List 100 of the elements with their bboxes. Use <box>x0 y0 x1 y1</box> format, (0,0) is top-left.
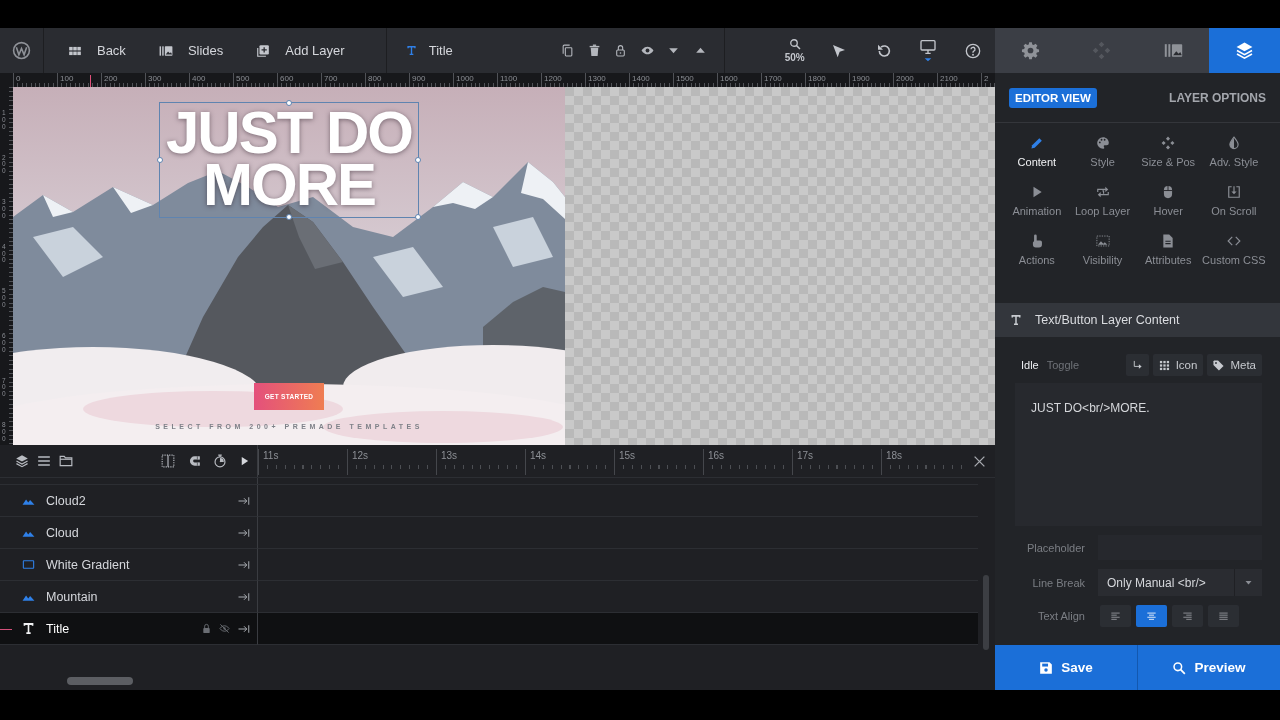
layer-row[interactable]: Title <box>0 613 978 645</box>
option-tab[interactable]: Custom CSS <box>1201 234 1267 283</box>
layers-icon[interactable] <box>15 454 29 468</box>
arrow-to-line-icon[interactable] <box>237 558 251 571</box>
option-tab[interactable]: Loop Layer <box>1069 185 1136 234</box>
align-justify-icon <box>1218 611 1229 621</box>
lock-icon[interactable] <box>614 44 628 57</box>
arrow-to-line-icon[interactable] <box>237 526 251 539</box>
resize-handle[interactable] <box>415 214 421 220</box>
slides-icon <box>158 43 173 58</box>
align-center-icon <box>1146 611 1157 621</box>
play-icon[interactable] <box>239 455 250 467</box>
time-label: 12s <box>351 449 370 463</box>
magnet-icon[interactable] <box>187 454 201 468</box>
mode-tab[interactable]: Idle <box>1021 359 1039 371</box>
caret-down-icon <box>1244 578 1253 587</box>
add-layer-icon <box>256 43 271 58</box>
logo-icon[interactable] <box>12 41 31 60</box>
undo-icon[interactable] <box>875 42 892 59</box>
panel-heading[interactable]: LAYER OPTIONS <box>1169 90 1266 105</box>
mode-tab[interactable]: Toggle <box>1046 359 1080 371</box>
move-icon <box>1161 136 1176 150</box>
preview-button[interactable]: Preview <box>1138 645 1280 690</box>
settings-icon <box>1021 41 1041 60</box>
caret-icon <box>924 57 933 62</box>
trash-icon[interactable] <box>587 44 601 57</box>
align-button[interactable] <box>1172 605 1203 627</box>
time-label: 17s <box>796 449 815 463</box>
monitor-icon[interactable] <box>920 39 937 55</box>
layer-row[interactable]: Cloud2 <box>0 485 978 517</box>
copy-icon[interactable] <box>561 44 575 57</box>
icon-button[interactable]: Icon <box>1152 354 1204 376</box>
vertical-scrollbar[interactable] <box>983 575 989 650</box>
save-button[interactable]: Save <box>995 645 1137 690</box>
section-title: Text/Button Layer Content <box>1035 313 1180 327</box>
option-tab[interactable]: Animation <box>1004 185 1070 234</box>
indent-button[interactable] <box>1125 354 1149 376</box>
editor-view-badge[interactable]: EDITOR VIEW <box>1009 87 1097 108</box>
layers-icon <box>1234 41 1254 60</box>
dotted-frame-icon[interactable] <box>161 454 175 468</box>
move-icon <box>1092 41 1112 60</box>
layer-row[interactable]: White Gradient <box>0 549 978 581</box>
option-tab[interactable]: Style <box>1069 136 1136 185</box>
field-label: Text Align <box>1036 610 1085 622</box>
time-label: 14s <box>529 449 548 463</box>
align-button[interactable] <box>1208 605 1239 627</box>
horizontal-scrollbar[interactable] <box>67 677 133 685</box>
slides-button[interactable]: Slides <box>158 43 224 58</box>
help-icon[interactable] <box>964 42 981 59</box>
zoom-level[interactable]: 50% <box>784 52 805 63</box>
arrow-to-line-icon[interactable] <box>237 622 251 635</box>
time-label: 18s <box>885 449 904 463</box>
close-icon[interactable] <box>973 454 986 468</box>
align-right-icon <box>1182 611 1193 621</box>
search-icon[interactable] <box>788 38 801 50</box>
option-tab[interactable]: Visibility <box>1069 234 1136 283</box>
field-label: Line Break <box>1031 576 1085 589</box>
resize-handle[interactable] <box>286 100 292 106</box>
option-tab[interactable]: Size & Pos <box>1135 136 1202 185</box>
option-tab[interactable]: Adv. Style <box>1201 136 1267 185</box>
hidden-eye-icon[interactable] <box>219 623 230 634</box>
align-left-icon <box>1110 611 1121 621</box>
loop-icon <box>1095 185 1110 199</box>
turn-arrow-icon <box>1131 359 1143 371</box>
add-layer-button[interactable]: Add Layer <box>256 43 345 58</box>
meta-button[interactable]: Meta <box>1207 354 1262 376</box>
time-label: 13s <box>440 449 459 463</box>
contrast-icon <box>1226 136 1241 150</box>
document-icon <box>1161 234 1176 248</box>
code-icon <box>1226 234 1241 248</box>
option-tab[interactable]: Content <box>1004 136 1070 185</box>
option-tab[interactable]: Attributes <box>1135 234 1202 283</box>
option-tab[interactable]: Hover <box>1135 185 1202 234</box>
eye-icon[interactable] <box>640 44 654 57</box>
guide-marker <box>90 75 91 87</box>
align-button[interactable] <box>1136 605 1167 627</box>
rectangle-icon <box>22 558 35 571</box>
arrow-to-line-icon[interactable] <box>237 590 251 603</box>
line-break-select[interactable]: Only Manual <br/> <box>1098 569 1262 596</box>
text-icon <box>405 45 417 56</box>
resize-handle[interactable] <box>415 157 421 163</box>
image-frame-icon <box>1095 234 1110 248</box>
section-header[interactable]: Text/Button Layer Content <box>995 303 1280 337</box>
folder-icon[interactable] <box>59 454 73 468</box>
option-tab[interactable]: Actions <box>1004 234 1070 283</box>
panel-tab[interactable] <box>1208 28 1280 73</box>
align-button[interactable] <box>1100 605 1131 627</box>
resize-handle[interactable] <box>157 157 163 163</box>
timeline-marker <box>0 629 12 630</box>
back-button[interactable]: Back <box>67 43 126 58</box>
content-textarea[interactable]: JUST DO<br/>MORE. <box>1015 383 1262 526</box>
layer-name: Title <box>428 43 453 58</box>
lock-icon[interactable] <box>201 623 212 634</box>
option-tab[interactable]: On Scroll <box>1201 185 1267 234</box>
time-label: 11s <box>262 449 280 463</box>
list-icon[interactable] <box>37 454 51 468</box>
stopwatch-icon[interactable] <box>213 454 227 468</box>
layer-row[interactable]: Cloud <box>0 517 978 549</box>
arrow-to-line-icon[interactable] <box>237 494 251 507</box>
download-box-icon <box>1226 185 1241 199</box>
